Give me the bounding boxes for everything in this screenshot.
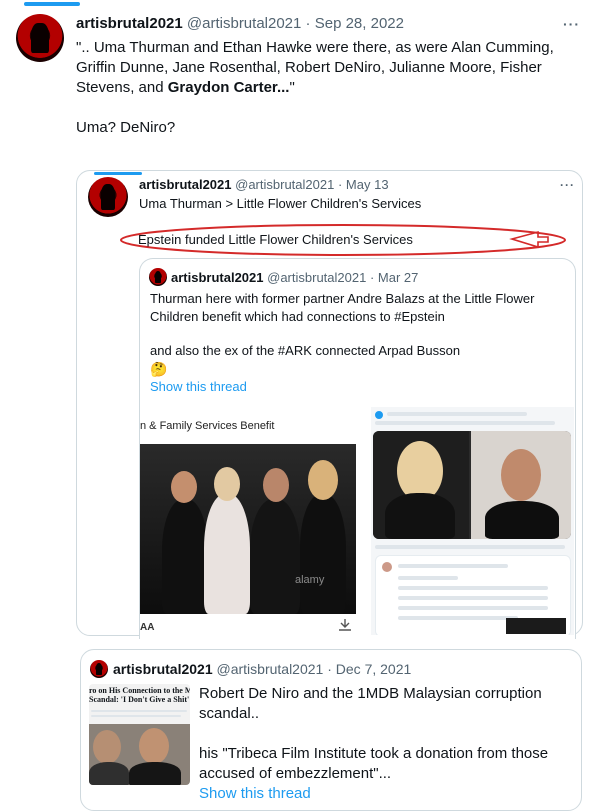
image-watermark: alamy [295, 574, 325, 586]
quote-text: Robert De Niro and the 1MDB Malaysian co… [199, 684, 574, 804]
tweet-text: ".. Uma Thurman and Ethan Hawke were the… [76, 38, 576, 138]
show-thread-link[interactable]: Show this thread [199, 784, 574, 804]
author-handle[interactable]: @artisbrutal2021 [217, 661, 324, 677]
card-accent-bar [94, 172, 142, 175]
text-line: Robert De Niro and the 1MDB Malaysian co… [199, 685, 542, 702]
separator: · [337, 177, 343, 192]
text-line: scandal.. [199, 705, 260, 722]
text-line: accused of embezzlement"... [199, 765, 392, 782]
annotation-text: Epstein funded Little Flower Children's … [138, 232, 413, 247]
top-accent-bar [24, 2, 80, 6]
author-name[interactable]: artisbrutal2021 [76, 15, 183, 32]
twitter-logo-icon [375, 411, 383, 419]
quote-header: artisbrutal2021 @artisbrutal2021 · Dec 7… [113, 661, 411, 677]
author-name[interactable]: artisbrutal2021 [113, 661, 213, 677]
author-handle[interactable]: @artisbrutal2021 [235, 177, 334, 192]
nested-quote-text: Thurman here with former partner Andre B… [150, 290, 560, 396]
quote-text: Uma Thurman > Little Flower Children's S… [139, 196, 422, 211]
text-line: Thurman here with former partner Andre B… [150, 291, 535, 306]
more-options-icon[interactable]: ··· [560, 178, 575, 192]
author-handle[interactable]: @artisbrutal2021 [187, 15, 301, 32]
avatar[interactable] [90, 660, 108, 678]
author-name[interactable]: artisbrutal2021 [171, 270, 264, 285]
author-name[interactable]: artisbrutal2021 [139, 177, 232, 192]
tweet-text-line: Griffin Dunne, Jane Rosenthal, Robert De… [76, 59, 542, 76]
tweet-text-line: ".. Uma Thurman and Ethan Hawke were the… [76, 39, 554, 56]
tweet-header: artisbrutal2021 @artisbrutal2021 · Sep 2… [76, 14, 404, 34]
avatar[interactable] [88, 177, 128, 217]
screenshot-image[interactable] [371, 407, 574, 635]
text-line: Children benefit which had connections t… [150, 309, 445, 324]
quote-header: artisbrutal2021 @artisbrutal2021 · Mar 2… [171, 270, 418, 285]
text-plain: Stevens, and [76, 79, 168, 96]
tweet-date[interactable]: May 13 [346, 177, 389, 192]
article-thumbnail[interactable]: ro on His Connection to the M Scandal: '… [89, 684, 190, 785]
more-options-icon[interactable]: ··· [563, 16, 580, 32]
event-photo[interactable]: alamy [140, 444, 356, 614]
tweet-question: Uma? DeNiro? [76, 119, 176, 136]
avatar[interactable] [149, 268, 167, 286]
tweet-text-line: Stevens, and Graydon Carter..." [76, 78, 576, 98]
thumbnail-headline: Scandal: 'I Don't Give a Shit' [89, 695, 190, 704]
tweet-date[interactable]: Sep 28, 2022 [315, 15, 404, 32]
image-corner-text: AA [140, 622, 155, 633]
separator: · [305, 15, 311, 32]
tweet-date[interactable]: Dec 7, 2021 [336, 661, 412, 677]
separator: · [327, 661, 332, 677]
tweet-date[interactable]: Mar 27 [378, 270, 418, 285]
quote-header: artisbrutal2021 @artisbrutal2021 · May 1… [139, 177, 389, 192]
avatar[interactable] [16, 14, 64, 62]
download-icon[interactable] [338, 618, 352, 631]
text-plain: " [289, 79, 295, 96]
text-bold: Graydon Carter... [167, 79, 290, 96]
thumbnail-headline: ro on His Connection to the M [89, 686, 190, 695]
text-line: his "Tribeca Film Institute took a donat… [199, 745, 549, 762]
text-line: and also the ex of the #ARK connected Ar… [150, 343, 461, 358]
author-handle[interactable]: @artisbrutal2021 [267, 270, 366, 285]
separator: · [369, 270, 375, 285]
thinking-emoji: 🤔 [150, 361, 168, 377]
image-caption: n & Family Services Benefit [140, 420, 275, 432]
show-thread-link[interactable]: Show this thread [150, 378, 560, 396]
